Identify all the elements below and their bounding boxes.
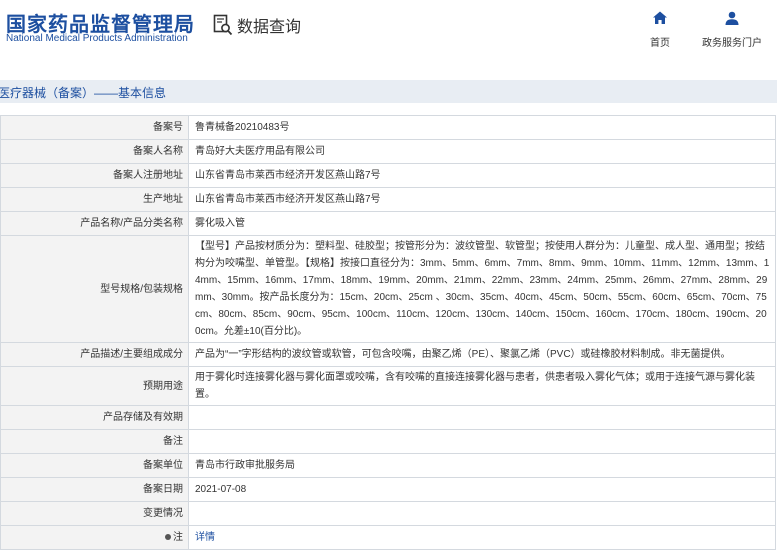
table-row: 型号规格/包装规格 【型号】产品按材质分为：塑料型、硅胶型；按管形分为：波纹管型…: [0, 235, 776, 343]
row-label-record-number: 备案号: [0, 115, 189, 140]
row-value-model-spec: 【型号】产品按材质分为：塑料型、硅胶型；按管形分为：波纹管型、软管型；按使用人群…: [188, 235, 776, 343]
details-link[interactable]: 详情: [195, 532, 215, 543]
bullet-icon: [165, 534, 171, 541]
row-label-note: 注: [0, 525, 189, 550]
table-row: 预期用途 用于雾化时连接雾化器与雾化面罩或咬嘴，含有咬嘴的直接连接雾化器与患者，…: [0, 366, 776, 406]
row-label-registered-address: 备案人注册地址: [0, 163, 189, 188]
row-value-record-number: 鲁青械备20210483号: [188, 115, 776, 140]
row-value-intended-use: 用于雾化时连接雾化器与雾化面罩或咬嘴，含有咬嘴的直接连接雾化器与患者，供患者吸入…: [188, 366, 776, 406]
row-value-filing-date: 2021-07-08: [188, 477, 776, 502]
row-value-remarks: [188, 429, 776, 454]
table-row: 注 详情: [0, 525, 776, 550]
section-title: 医疗器械（备案）——基本信息: [0, 86, 167, 100]
row-label-changes: 变更情况: [0, 501, 189, 526]
row-label-description: 产品描述/主要组成成分: [0, 342, 189, 367]
table-row: 备案日期 2021-07-08: [0, 477, 776, 502]
site-header: 国家药品监督管理局 National Medical Products Admi…: [0, 0, 777, 80]
table-row: 备案号 鲁青械备20210483号: [0, 115, 776, 140]
nav-home-label: 首页: [650, 38, 670, 49]
row-value-registered-address: 山东省青岛市莱西市经济开发区燕山路7号: [188, 163, 776, 188]
section-header: 医疗器械（备案）——基本信息: [0, 80, 777, 103]
nav-service-portal[interactable]: 政务服务门户: [702, 10, 762, 49]
row-value-changes: [188, 501, 776, 526]
row-value-storage: [188, 405, 776, 430]
table-row: 产品名称/产品分类名称 雾化吸入管: [0, 211, 776, 236]
table-row: 生产地址 山东省青岛市莱西市经济开发区燕山路7号: [0, 187, 776, 212]
table-row: 备注: [0, 429, 776, 454]
row-value-note: 详情: [188, 525, 776, 550]
row-label-intended-use: 预期用途: [0, 366, 189, 406]
row-label-filing-unit: 备案单位: [0, 453, 189, 478]
data-query-label: 数据查询: [237, 19, 302, 36]
row-label-note-text: 注: [173, 532, 183, 543]
nav-service-portal-label: 政务服务门户: [702, 38, 762, 49]
row-label-product-name: 产品名称/产品分类名称: [0, 211, 189, 236]
user-icon: [725, 11, 739, 25]
row-value-filer-name: 青岛好大夫医疗用品有限公司: [188, 139, 776, 164]
table-row: 变更情况: [0, 501, 776, 526]
table-row: 产品存储及有效期: [0, 405, 776, 430]
data-query-title: 数据查询: [213, 13, 301, 37]
table-row: 产品描述/主要组成成分 产品为“一”字形结构的波纹管或软管，可包含咬嘴，由聚乙烯…: [0, 342, 776, 367]
row-label-storage: 产品存储及有效期: [0, 405, 189, 430]
table-row: 备案人注册地址 山东省青岛市莱西市经济开发区燕山路7号: [0, 163, 776, 188]
row-value-description: 产品为“一”字形结构的波纹管或软管，可包含咬嘴，由聚乙烯（PE）、聚氯乙烯（PV…: [188, 342, 776, 367]
row-value-production-address: 山东省青岛市莱西市经济开发区燕山路7号: [188, 187, 776, 212]
row-value-filing-unit: 青岛市行政审批服务局: [188, 453, 776, 478]
row-label-filer-name: 备案人名称: [0, 139, 189, 164]
row-label-remarks: 备注: [0, 429, 189, 454]
row-label-model-spec: 型号规格/包装规格: [0, 235, 189, 343]
row-value-product-name: 雾化吸入管: [188, 211, 776, 236]
row-label-filing-date: 备案日期: [0, 477, 189, 502]
nav-home[interactable]: 首页: [650, 10, 670, 49]
info-table: 备案号 鲁青械备20210483号 备案人名称 青岛好大夫医疗用品有限公司 备案…: [0, 115, 776, 550]
site-logo-subtitle[interactable]: National Medical Products Administration: [6, 33, 188, 44]
home-icon: [653, 11, 667, 24]
table-row: 备案单位 青岛市行政审批服务局: [0, 453, 776, 478]
document-search-icon: [213, 14, 233, 36]
row-label-production-address: 生产地址: [0, 187, 189, 212]
table-row: 备案人名称 青岛好大夫医疗用品有限公司: [0, 139, 776, 164]
